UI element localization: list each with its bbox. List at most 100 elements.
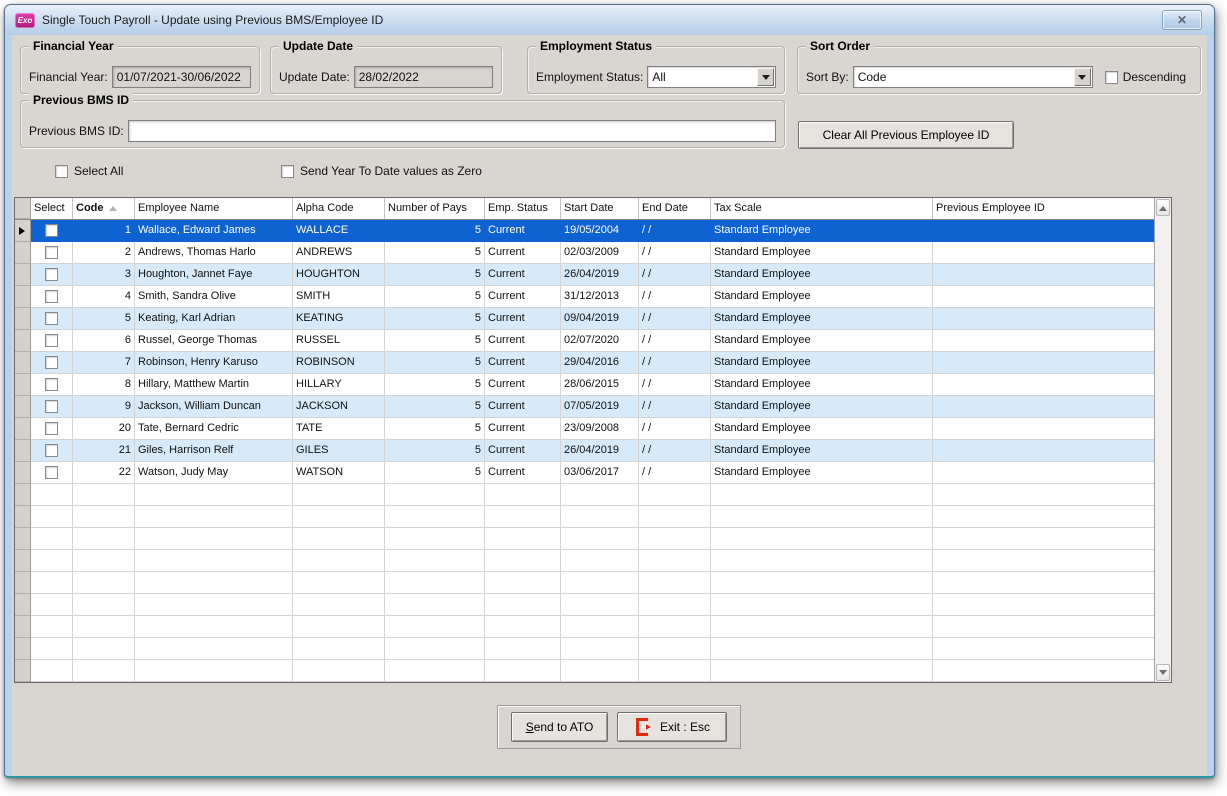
cell-start-date: 19/05/2004 xyxy=(561,220,639,242)
row-indicator-cell xyxy=(15,616,31,638)
cell-tax-scale: Standard Employee xyxy=(711,308,933,330)
empty-cell xyxy=(485,660,561,682)
table-row[interactable]: 21Giles, Harrison RelfGILES5Current26/04… xyxy=(15,440,1171,462)
sort-by-dropdown[interactable]: Code xyxy=(853,66,1093,88)
column-header-previous-employee-id[interactable]: Previous Employee ID xyxy=(933,198,1155,219)
cell-number-of-pays: 5 xyxy=(385,374,485,396)
column-header-code[interactable]: Code xyxy=(73,198,135,219)
empty-table-row xyxy=(15,572,1171,594)
cell-emp-status: Current xyxy=(485,220,561,242)
employment-status-group: Employment Status Employment Status: All xyxy=(527,46,785,94)
empty-cell xyxy=(933,528,1155,550)
clear-all-previous-employee-id-button[interactable]: Clear All Previous Employee ID xyxy=(798,121,1014,149)
table-row[interactable]: 22Watson, Judy MayWATSON5Current03/06/20… xyxy=(15,462,1171,484)
cell-end-date: / / xyxy=(639,418,711,440)
cell-employee-name: Tate, Bernard Cedric xyxy=(135,418,293,440)
table-row[interactable]: 9Jackson, William DuncanJACKSON5Current0… xyxy=(15,396,1171,418)
empty-cell xyxy=(639,682,711,683)
row-indicator-cell xyxy=(15,418,31,440)
employment-status-dropdown-button[interactable] xyxy=(757,68,774,86)
cell-previous-employee-id xyxy=(933,418,1155,440)
cell-end-date: / / xyxy=(639,440,711,462)
row-select-checkbox[interactable] xyxy=(45,334,58,347)
empty-cell xyxy=(73,572,135,594)
empty-cell xyxy=(639,572,711,594)
column-header-employee-name[interactable]: Employee Name xyxy=(135,198,293,219)
previous-bms-id-label: Previous BMS ID: xyxy=(29,124,124,138)
cell-start-date: 29/04/2016 xyxy=(561,352,639,374)
select-all-checkbox[interactable] xyxy=(55,165,68,178)
cell-emp-status: Current xyxy=(485,330,561,352)
row-select-checkbox[interactable] xyxy=(45,246,58,259)
empty-cell xyxy=(933,594,1155,616)
previous-bms-id-group: Previous BMS ID Previous BMS ID: xyxy=(20,100,785,148)
cell-number-of-pays: 5 xyxy=(385,462,485,484)
send-ytd-zero-checkbox[interactable] xyxy=(281,165,294,178)
cell-tax-scale: Standard Employee xyxy=(711,220,933,242)
employment-status-dropdown[interactable]: All xyxy=(647,66,776,88)
row-select-checkbox[interactable] xyxy=(45,224,58,237)
cell-start-date: 09/04/2019 xyxy=(561,308,639,330)
row-indicator-cell xyxy=(15,220,31,242)
empty-cell xyxy=(135,572,293,594)
column-header-end-date[interactable]: End Date xyxy=(639,198,711,219)
empty-cell xyxy=(73,594,135,616)
scrollbar-down-button[interactable] xyxy=(1156,664,1170,681)
send-to-ato-label: Send to ATO xyxy=(526,720,594,734)
row-select-checkbox[interactable] xyxy=(45,356,58,369)
descending-checkbox-label: Descending xyxy=(1123,70,1186,84)
empty-cell xyxy=(639,616,711,638)
update-date-field[interactable]: 28/02/2022 xyxy=(354,66,493,88)
row-select-checkbox[interactable] xyxy=(45,312,58,325)
column-header-emp-status[interactable]: Emp. Status xyxy=(485,198,561,219)
cell-start-date: 31/12/2013 xyxy=(561,286,639,308)
empty-cell xyxy=(933,484,1155,506)
column-header-tax-scale[interactable]: Tax Scale xyxy=(711,198,933,219)
table-row[interactable]: 20Tate, Bernard CedricTATE5Current23/09/… xyxy=(15,418,1171,440)
table-row[interactable]: 2Andrews, Thomas HarloANDREWS5Current02/… xyxy=(15,242,1171,264)
row-select-checkbox[interactable] xyxy=(45,290,58,303)
empty-cell xyxy=(385,660,485,682)
vertical-scrollbar[interactable] xyxy=(1154,198,1171,682)
row-select-checkbox[interactable] xyxy=(45,466,58,479)
column-header-start-date[interactable]: Start Date xyxy=(561,198,639,219)
table-row[interactable]: 4Smith, Sandra OliveSMITH5Current31/12/2… xyxy=(15,286,1171,308)
cell-number-of-pays: 5 xyxy=(385,330,485,352)
select-all-label: Select All xyxy=(74,164,123,178)
empty-table-row xyxy=(15,660,1171,682)
empty-cell xyxy=(561,594,639,616)
update-date-group: Update Date Update Date: 28/02/2022 xyxy=(270,46,502,94)
cell-tax-scale: Standard Employee xyxy=(711,374,933,396)
column-header-select[interactable]: Select xyxy=(31,198,73,219)
cell-tax-scale: Standard Employee xyxy=(711,242,933,264)
exit-button[interactable]: Exit : Esc xyxy=(617,712,727,742)
column-header-number-of-pays[interactable]: Number of Pays xyxy=(385,198,485,219)
row-select-checkbox[interactable] xyxy=(45,422,58,435)
column-header-alpha-code[interactable]: Alpha Code xyxy=(293,198,385,219)
sort-by-dropdown-button[interactable] xyxy=(1074,68,1091,86)
send-to-ato-button[interactable]: Send to ATO xyxy=(511,712,608,742)
empty-cell xyxy=(485,550,561,572)
table-row[interactable]: 5Keating, Karl AdrianKEATING5Current09/0… xyxy=(15,308,1171,330)
row-select-checkbox[interactable] xyxy=(45,268,58,281)
close-button[interactable]: ✕ xyxy=(1162,10,1202,30)
previous-bms-id-input[interactable] xyxy=(128,120,776,142)
table-row[interactable]: 6Russel, George ThomasRUSSEL5Current02/0… xyxy=(15,330,1171,352)
descending-checkbox[interactable] xyxy=(1105,71,1118,84)
empty-cell xyxy=(293,572,385,594)
table-row[interactable]: 3Houghton, Jannet FayeHOUGHTON5Current26… xyxy=(15,264,1171,286)
table-row[interactable]: 1Wallace, Edward JamesWALLACE5Current19/… xyxy=(15,220,1171,242)
row-select-checkbox[interactable] xyxy=(45,400,58,413)
empty-table-row xyxy=(15,550,1171,572)
empty-cell xyxy=(385,638,485,660)
row-select-checkbox[interactable] xyxy=(45,444,58,457)
scrollbar-up-button[interactable] xyxy=(1156,199,1170,216)
table-row[interactable]: 7Robinson, Henry KarusoROBINSON5Current2… xyxy=(15,352,1171,374)
table-row[interactable]: 8Hillary, Matthew MartinHILLARY5Current2… xyxy=(15,374,1171,396)
row-indicator-cell xyxy=(15,286,31,308)
cell-alpha-code: RUSSEL xyxy=(293,330,385,352)
empty-cell xyxy=(135,616,293,638)
row-select-checkbox[interactable] xyxy=(45,378,58,391)
empty-cell xyxy=(485,594,561,616)
row-indicator-cell xyxy=(15,264,31,286)
